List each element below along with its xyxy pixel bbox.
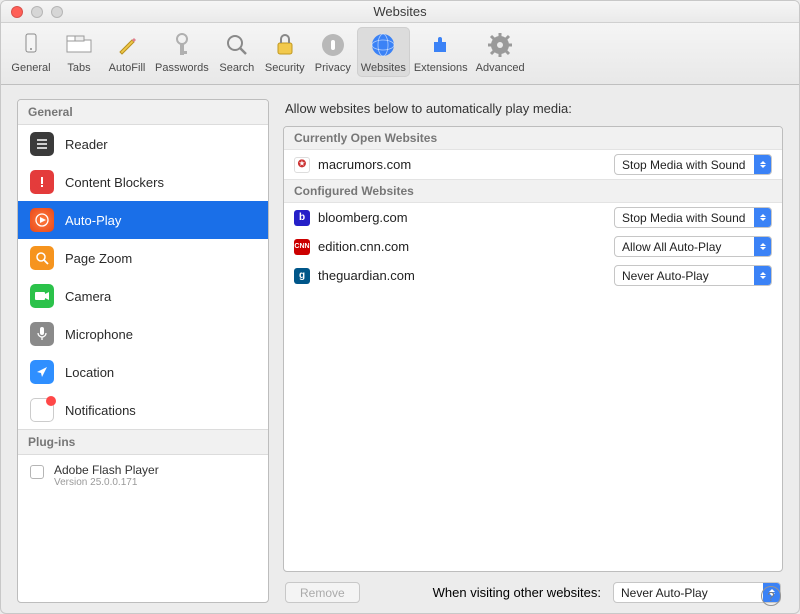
default-setting-select[interactable]: Never Auto-Play: [613, 582, 781, 603]
sidebar-header-general: General: [18, 100, 268, 125]
sidebar-item-label: Camera: [65, 289, 111, 304]
bottom-bar: Remove When visiting other websites: Nev…: [283, 572, 783, 603]
websites-list-box: Currently Open Websites ✪ macrumors.com …: [283, 126, 783, 572]
website-row[interactable]: b bloomberg.com Stop Media with Sound: [284, 203, 782, 232]
group-header-open: Currently Open Websites: [284, 127, 782, 150]
tab-advanced[interactable]: Advanced: [472, 27, 529, 77]
preferences-toolbar: General Tabs AutoFill Passwords Search S…: [1, 23, 799, 85]
tab-search[interactable]: Search: [213, 27, 261, 77]
tab-security[interactable]: Security: [261, 27, 309, 77]
sidebar-item-microphone[interactable]: Microphone: [18, 315, 268, 353]
autofill-icon: [111, 29, 143, 61]
preferences-window: Websites General Tabs AutoFill Passwords…: [0, 0, 800, 614]
sidebar-item-camera[interactable]: Camera: [18, 277, 268, 315]
site-domain: theguardian.com: [318, 268, 614, 283]
main-heading: Allow websites below to automatically pl…: [283, 99, 783, 126]
sidebar-item-auto-play[interactable]: Auto-Play: [18, 201, 268, 239]
site-favicon: ✪: [294, 157, 310, 173]
sidebar-item-label: Location: [65, 365, 114, 380]
location-icon: [30, 360, 54, 384]
help-button[interactable]: ?: [761, 586, 781, 606]
group-header-configured: Configured Websites: [284, 179, 782, 203]
sidebar-item-label: Reader: [65, 137, 108, 152]
tab-passwords[interactable]: Passwords: [151, 27, 213, 77]
sidebar-item-label: Microphone: [65, 327, 133, 342]
sidebar-item-reader[interactable]: Reader: [18, 125, 268, 163]
tab-privacy[interactable]: Privacy: [309, 27, 357, 77]
select-arrows-icon: [754, 208, 771, 227]
plugin-name: Adobe Flash Player: [54, 463, 159, 477]
site-domain: edition.cnn.com: [318, 239, 614, 254]
sidebar-item-location[interactable]: Location: [18, 353, 268, 391]
sidebar-item-label: Page Zoom: [65, 251, 132, 266]
website-row[interactable]: g theguardian.com Never Auto-Play: [284, 261, 782, 290]
sidebar-item-content-blockers[interactable]: Content Blockers: [18, 163, 268, 201]
passwords-icon: [166, 29, 198, 61]
select-arrows-icon: [754, 266, 771, 285]
site-setting-select[interactable]: Never Auto-Play: [614, 265, 772, 286]
sidebar-item-label: Auto-Play: [65, 213, 121, 228]
plugin-checkbox[interactable]: [30, 465, 44, 479]
site-setting-select[interactable]: Stop Media with Sound: [614, 207, 772, 228]
select-arrows-icon: [754, 237, 771, 256]
plugin-row-flash[interactable]: Adobe Flash Player Version 25.0.0.171: [18, 455, 268, 496]
select-arrows-icon: [754, 155, 771, 174]
tab-websites[interactable]: Websites: [357, 27, 410, 77]
content-blockers-icon: [30, 170, 54, 194]
content-area: General Reader Content Blockers Auto-Pla…: [1, 85, 799, 613]
tab-extensions[interactable]: Extensions: [410, 27, 472, 77]
site-favicon: b: [294, 210, 310, 226]
page-zoom-icon: [30, 246, 54, 270]
websites-icon: [367, 29, 399, 61]
site-favicon: CNN: [294, 239, 310, 255]
sidebar: General Reader Content Blockers Auto-Pla…: [17, 99, 269, 603]
site-setting-select[interactable]: Stop Media with Sound: [614, 154, 772, 175]
titlebar: Websites: [1, 1, 799, 23]
search-icon: [221, 29, 253, 61]
site-setting-select[interactable]: Allow All Auto-Play: [614, 236, 772, 257]
general-icon: [15, 29, 47, 61]
advanced-icon: [484, 29, 516, 61]
reader-icon: [30, 132, 54, 156]
tab-general[interactable]: General: [7, 27, 55, 77]
tab-autofill[interactable]: AutoFill: [103, 27, 151, 77]
security-icon: [269, 29, 301, 61]
sidebar-item-label: Notifications: [65, 403, 136, 418]
tab-tabs[interactable]: Tabs: [55, 27, 103, 77]
website-row[interactable]: ✪ macrumors.com Stop Media with Sound: [284, 150, 782, 179]
auto-play-icon: [30, 208, 54, 232]
window-title: Websites: [1, 4, 799, 19]
site-domain: bloomberg.com: [318, 210, 614, 225]
camera-icon: [30, 284, 54, 308]
remove-button[interactable]: Remove: [285, 582, 360, 603]
privacy-icon: [317, 29, 349, 61]
site-domain: macrumors.com: [318, 157, 614, 172]
sidebar-item-label: Content Blockers: [65, 175, 164, 190]
extensions-icon: [425, 29, 457, 61]
tabs-icon: [63, 29, 95, 61]
microphone-icon: [30, 322, 54, 346]
main-panel: Allow websites below to automatically pl…: [283, 99, 783, 603]
sidebar-item-notifications[interactable]: Notifications: [18, 391, 268, 429]
site-favicon: g: [294, 268, 310, 284]
plugin-version: Version 25.0.0.171: [54, 477, 159, 488]
default-setting-label: When visiting other websites:: [433, 585, 601, 600]
sidebar-header-plugins: Plug-ins: [18, 430, 268, 455]
sidebar-item-page-zoom[interactable]: Page Zoom: [18, 239, 268, 277]
notifications-icon: [30, 398, 54, 422]
website-row[interactable]: CNN edition.cnn.com Allow All Auto-Play: [284, 232, 782, 261]
sidebar-plugins-section: Plug-ins Adobe Flash Player Version 25.0…: [18, 429, 268, 496]
